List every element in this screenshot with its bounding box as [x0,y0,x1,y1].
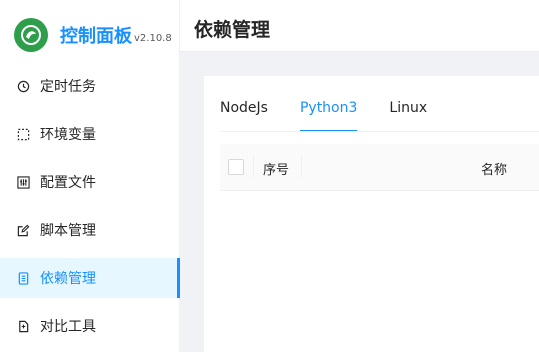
sidebar-item-dependencies[interactable]: 依赖管理 [0,258,180,298]
brand[interactable]: 控制面板 v2.10.8 [14,18,172,52]
table-header: 序号 名称 [220,144,539,191]
sidebar-item-label: 对比工具 [40,319,96,335]
column-header-name: 名称 [481,163,508,178]
brand-version: v2.10.8 [134,32,172,44]
edit-icon [16,223,30,237]
package-icon [16,271,30,285]
sliders-icon [16,175,30,189]
sidebar-menu: 定时任务 环境变量 配置文件 脚本管理 依赖管理 对比工具 [0,66,180,352]
sidebar-item-label: 脚本管理 [40,223,96,239]
brand-title: 控制面板 [60,26,132,47]
diff-icon [16,319,30,333]
tab-bar: NodeJs Python3 Linux [220,100,459,132]
column-divider [253,156,254,178]
page-title: 依赖管理 [194,19,271,41]
select-all-checkbox[interactable] [228,159,244,175]
column-header-index: 序号 [263,163,290,178]
tab-python3[interactable]: Python3 [299,100,358,132]
sidebar-item-config[interactable]: 配置文件 [0,162,180,202]
variable-icon [16,127,30,141]
sidebar-item-label: 环境变量 [40,127,96,143]
clock-icon [16,79,30,93]
sidebar-item-label: 配置文件 [40,175,96,191]
sidebar: 控制面板 v2.10.8 定时任务 环境变量 配置文件 脚本管理 依赖管理 对比… [0,0,180,352]
tab-linux[interactable]: Linux [389,100,427,130]
content-card: NodeJs Python3 Linux 序号 名称 [204,76,539,352]
page-header: 依赖管理 [180,0,539,52]
sidebar-item-cron[interactable]: 定时任务 [0,66,180,106]
tab-nodejs[interactable]: NodeJs [220,100,268,130]
sidebar-item-env[interactable]: 环境变量 [0,114,180,154]
sidebar-item-label: 依赖管理 [40,271,96,287]
tab-divider [220,131,539,132]
logo-icon [14,18,48,52]
sidebar-item-label: 定时任务 [40,79,96,95]
column-divider [301,156,302,178]
sidebar-item-scripts[interactable]: 脚本管理 [0,210,180,250]
sidebar-item-diff[interactable]: 对比工具 [0,306,180,346]
